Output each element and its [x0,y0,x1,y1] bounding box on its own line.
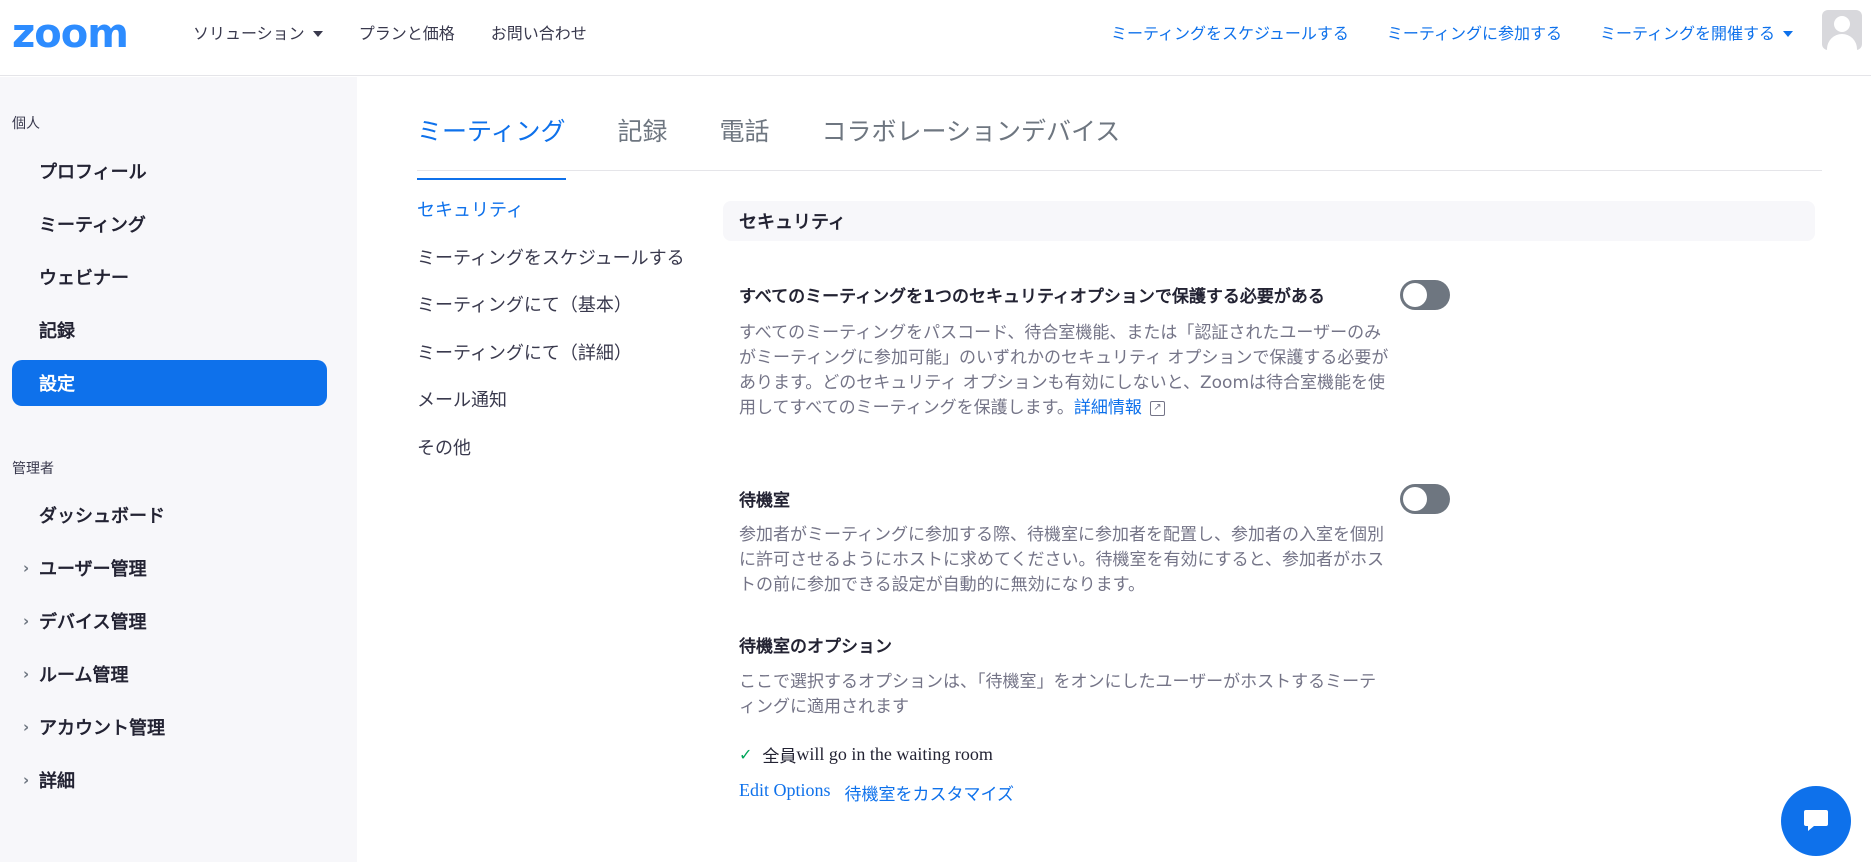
sidebar-item-label: 記録 [39,321,75,342]
settings-subnav: セキュリティ ミーティングをスケジュールする ミーティングにて（基本） ミーティ… [417,198,685,483]
top-nav-left: ソリューション プランと価格 お問い合わせ [193,23,587,45]
subnav-email-notification[interactable]: メール通知 [417,388,685,436]
toggle-knob [1403,283,1427,307]
sidebar-item-label: プロフィール [39,162,147,183]
sidebar-item-webinars[interactable]: ウェビナー [12,254,327,300]
sidebar-item-label: ダッシュボード [39,506,165,527]
avatar-head [1834,16,1850,32]
sidebar-item-device-management[interactable]: › デバイス管理 [12,598,327,644]
sidebar-item-room-management[interactable]: › ルーム管理 [12,651,327,697]
sidebar-item-dashboard[interactable]: ダッシュボード [12,492,327,538]
sidebar-item-label: ルーム管理 [39,665,129,686]
top-header: zoom ソリューション プランと価格 お問い合わせ ミーティングをスケジュール… [0,0,1871,76]
sidebar-item-label: アカウント管理 [39,718,165,739]
sidebar-item-meetings[interactable]: ミーティング [12,201,327,247]
learn-more-link[interactable]: 詳細情報 [1074,398,1142,418]
sidebar-item-label: 設定 [39,374,75,395]
sidebar-item-label: 詳細 [39,771,75,792]
chevron-right-icon: › [23,771,30,789]
host-meeting-label: ミーティングを開催する [1599,24,1775,43]
setting-desc-require-security-option: すべてのミーティングをパスコード、待合室機能、または「認証されたユーザーのみがミ… [739,321,1389,421]
subnav-other[interactable]: その他 [417,436,685,484]
sidebar-item-user-management[interactable]: › ユーザー管理 [12,545,327,591]
check-icon: ✓ [739,745,753,764]
nav-contact[interactable]: お問い合わせ [491,23,587,45]
tabs-divider [417,170,1822,171]
join-meeting-link[interactable]: ミーティングに参加する [1387,23,1562,45]
sidebar-item-recordings[interactable]: 記録 [12,307,327,353]
chat-bubble-icon [1804,810,1828,831]
selected-option-suffix: will go in the waiting room [796,744,993,764]
schedule-meeting-label: ミーティングをスケジュールする [1110,24,1349,43]
subnav-security[interactable]: セキュリティ [417,198,685,246]
toggle-waiting-room[interactable] [1400,484,1450,514]
sidebar-item-label: ユーザー管理 [39,559,147,580]
subnav-in-meeting-basic[interactable]: ミーティングにて（基本） [417,293,685,341]
section-title: セキュリティ [739,212,846,233]
chat-support-button[interactable] [1781,786,1851,856]
toggle-require-security-option[interactable] [1400,280,1450,310]
chevron-right-icon: › [23,612,30,630]
host-meeting-link[interactable]: ミーティングを開催する [1600,23,1793,45]
user-avatar-icon[interactable] [1822,10,1862,50]
chevron-right-icon: › [23,718,30,736]
nav-solutions[interactable]: ソリューション [193,23,323,45]
setting-title-waiting-room: 待機室 [739,491,790,511]
zoom-logo[interactable]: zoom [12,14,129,54]
top-nav-right: ミーティングをスケジュールする ミーティングに参加する ミーティングを開催する [1111,23,1793,45]
external-link-icon[interactable]: ↗ [1149,400,1165,416]
waiting-room-options-desc: ここで選択するオプションは、「待機室」をオンにしたユーザーがホストするミーティン… [739,672,1377,717]
schedule-meeting-link[interactable]: ミーティングをスケジュールする [1111,23,1349,45]
sidebar-item-label: ミーティング [39,215,146,236]
setting-desc-waiting-room: 参加者がミーティングに参加する際、待機室に参加者を配置し、参加者の入室を個別に許… [739,525,1384,595]
waiting-room-options-title: 待機室のオプション [739,637,892,657]
sidebar-item-settings[interactable]: 設定 [12,360,327,406]
sidebar-item-profile[interactable]: プロフィール [12,148,327,194]
waiting-room-option-links: Edit Options 待機室をカスタマイズ [739,780,1014,805]
avatar-body [1827,34,1857,50]
sidebar-item-label: デバイス管理 [39,612,147,633]
subnav-schedule-meeting[interactable]: ミーティングをスケジュールする [417,246,685,294]
chevron-right-icon: › [23,559,30,577]
nav-plans-pricing[interactable]: プランと価格 [359,23,455,45]
nav-contact-label: お問い合わせ [490,24,587,43]
waiting-room-selected-option: ✓ 全員 will go in the waiting room [739,742,993,767]
setting-title-require-security-option: すべてのミーティングを1つのセキュリティオプションで保護する必要がある [739,287,1325,307]
sidebar-item-advanced[interactable]: › 詳細 [12,757,327,803]
chevron-right-icon: › [23,665,30,683]
caret-down-icon [1783,31,1793,37]
selected-option-prefix: 全員 [762,747,797,767]
nav-plans-pricing-label: プランと価格 [358,24,455,43]
sidebar-section-personal: 個人 [12,116,40,132]
section-header-security: セキュリティ [723,201,1815,241]
toggle-knob [1403,487,1427,511]
sidebar-item-label: ウェビナー [39,268,129,289]
join-meeting-label: ミーティングに参加する [1386,24,1562,43]
edit-options-link[interactable]: Edit Options [739,780,831,805]
nav-solutions-label: ソリューション [193,24,305,43]
customize-waiting-room-link[interactable]: 待機室をカスタマイズ [845,780,1015,805]
sidebar-section-admin: 管理者 [12,461,54,477]
setting-desc-text: すべてのミーティングをパスコード、待合室機能、または「認証されたユーザーのみがミ… [739,323,1389,418]
sidebar: 個人 プロフィール ミーティング ウェビナー 記録 設定 管理者 ダッシュボード… [0,77,357,862]
sidebar-item-account-management[interactable]: › アカウント管理 [12,704,327,750]
caret-down-icon [312,31,323,37]
subnav-in-meeting-advanced[interactable]: ミーティングにて（詳細） [417,341,685,389]
